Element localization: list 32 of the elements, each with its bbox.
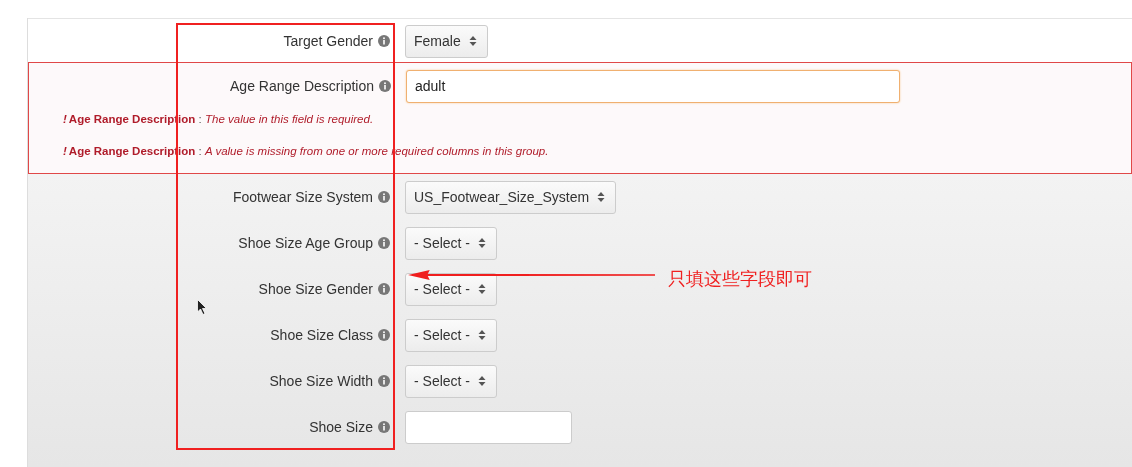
info-icon[interactable] — [378, 421, 390, 433]
annotation-text: 只填这些字段即可 — [668, 267, 812, 291]
field-label: Target Gender — [283, 33, 373, 49]
field-label: Shoe Size Gender — [258, 281, 373, 297]
field-label: Shoe Size — [309, 419, 373, 435]
dropdown[interactable]: - Select - — [405, 226, 497, 260]
field-label: Shoe Size Age Group — [238, 235, 373, 251]
info-icon[interactable] — [378, 375, 390, 387]
dropdown[interactable]: US_Footwear_Size_System — [405, 180, 617, 214]
input-field[interactable]: adult — [406, 69, 900, 103]
up-down-caret-icon — [468, 35, 477, 47]
dropdown[interactable]: - Select - — [405, 272, 497, 306]
info-icon[interactable] — [378, 329, 390, 341]
field-label: Footwear Size System — [232, 189, 373, 205]
up-down-caret-icon — [478, 375, 486, 387]
cursor-icon — [197, 299, 207, 315]
dropdown[interactable]: Female — [405, 24, 488, 58]
up-down-caret-icon — [478, 237, 486, 249]
info-icon[interactable] — [378, 35, 390, 47]
field-label: Shoe Size Class — [270, 327, 373, 343]
info-icon[interactable] — [378, 191, 390, 203]
up-down-caret-icon — [478, 283, 486, 295]
info-icon[interactable] — [379, 80, 391, 92]
info-icon[interactable] — [378, 283, 390, 295]
up-down-caret-icon — [478, 329, 486, 341]
field-label: Age Range Description — [230, 78, 374, 94]
input-field[interactable] — [405, 410, 572, 444]
dropdown[interactable]: - Select - — [405, 318, 497, 352]
info-icon[interactable] — [378, 237, 390, 249]
dropdown[interactable]: - Select - — [405, 364, 497, 398]
field-label: Shoe Size Width — [269, 373, 373, 389]
up-down-caret-icon — [597, 191, 606, 203]
